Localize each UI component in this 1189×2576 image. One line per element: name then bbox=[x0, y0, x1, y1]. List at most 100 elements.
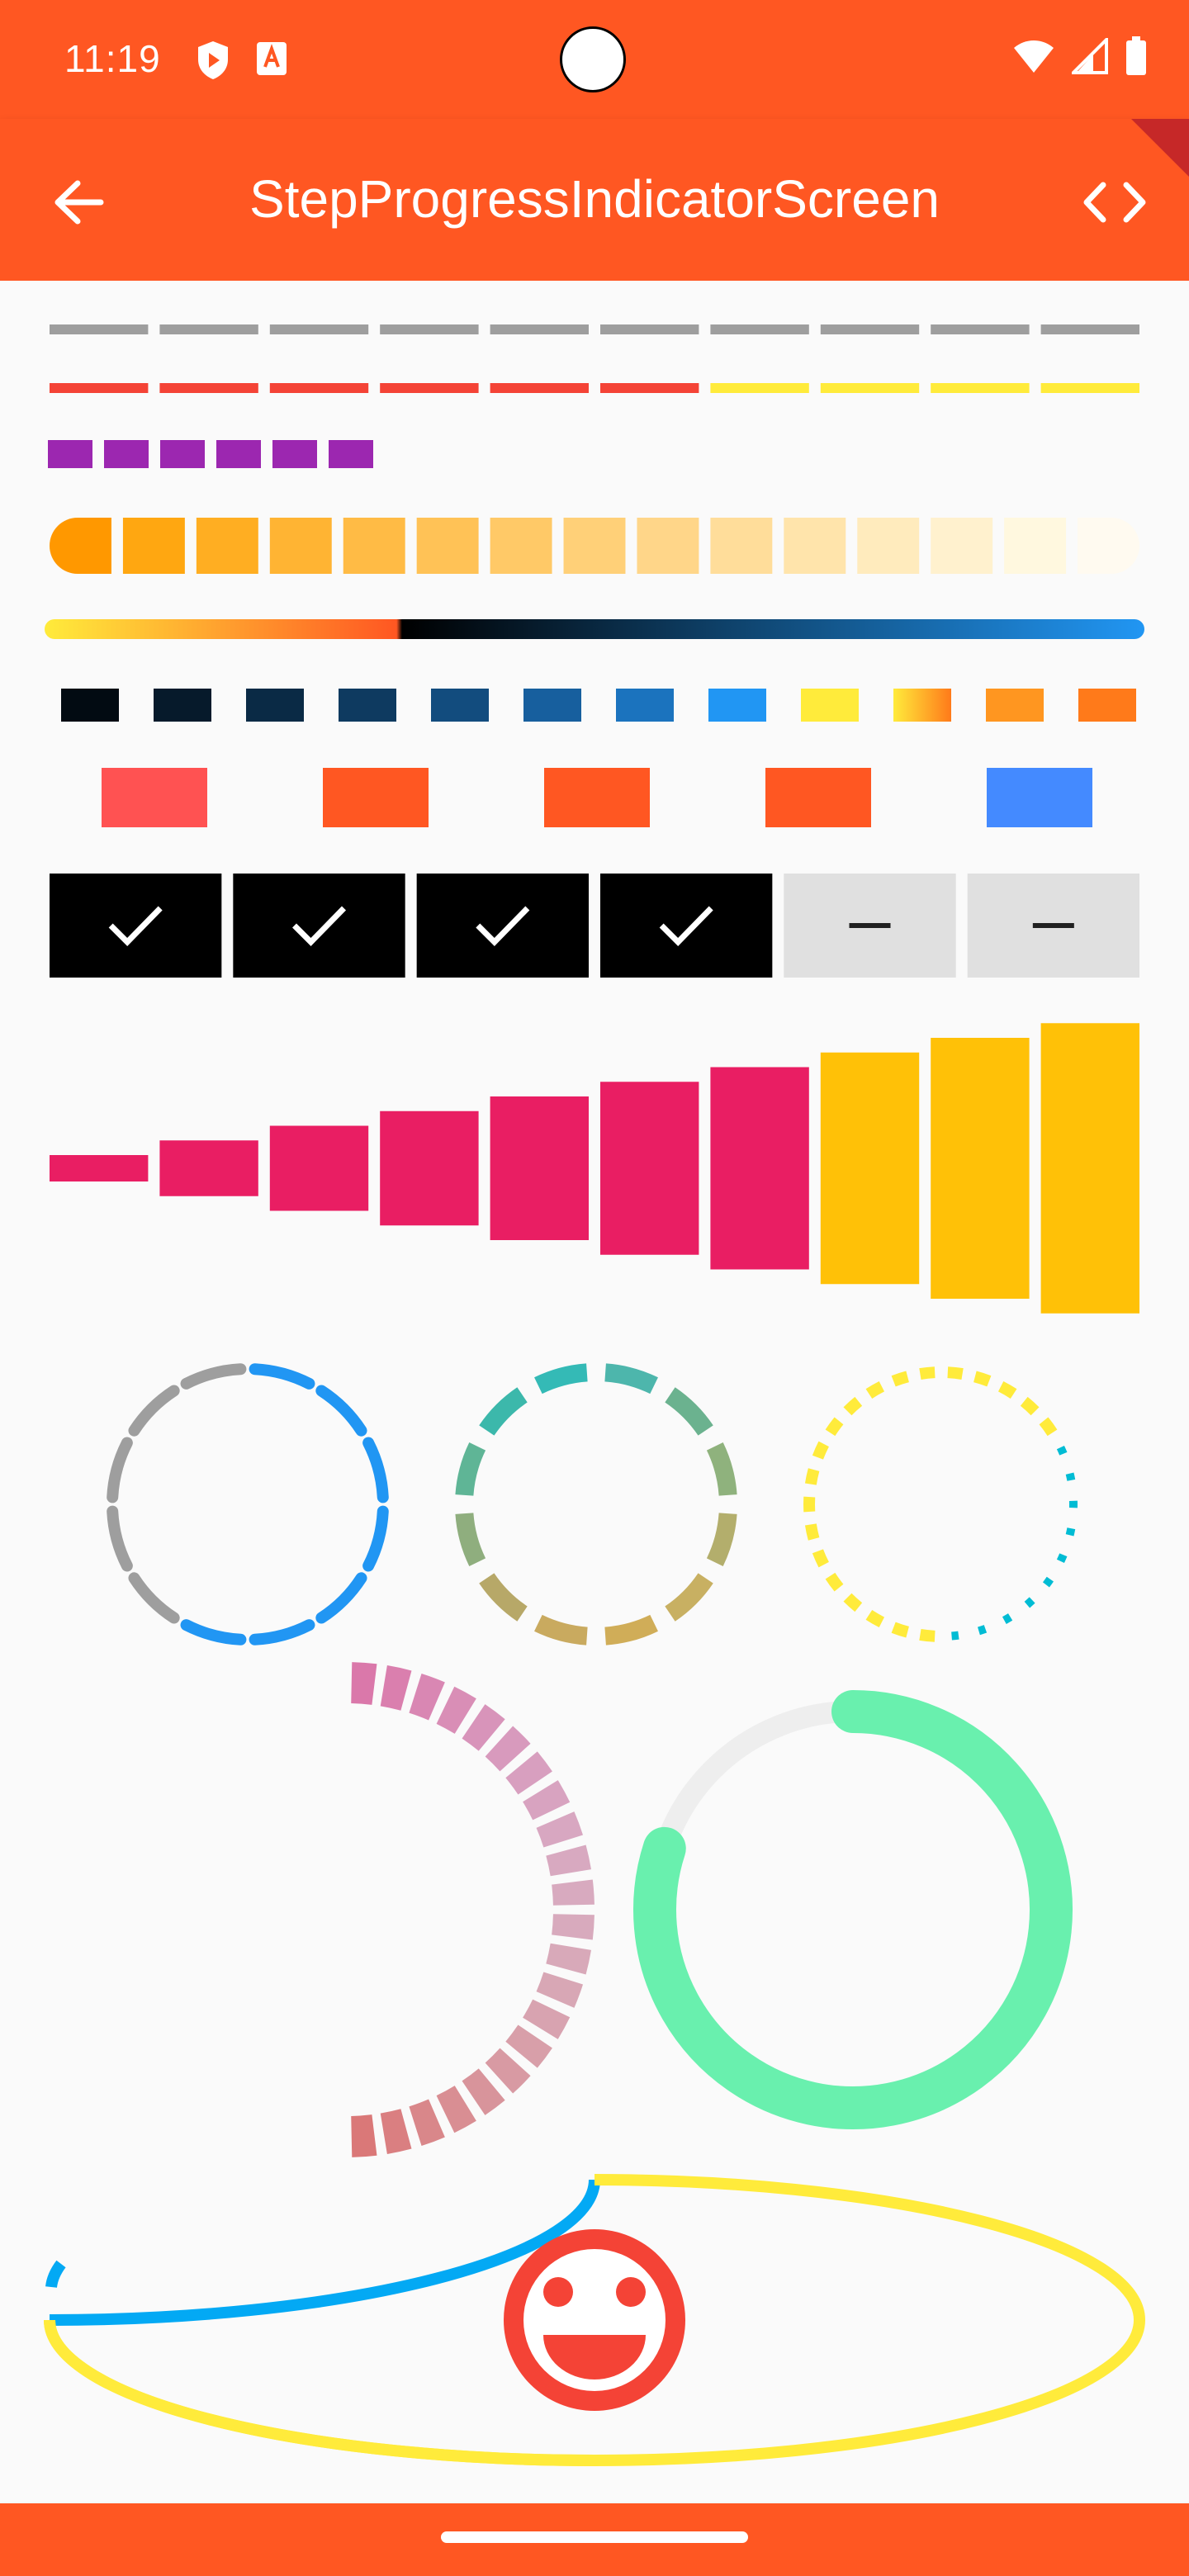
smiley-face-icon bbox=[504, 2229, 685, 2411]
circle-dotted-step bbox=[865, 1609, 885, 1628]
growing-bar-step bbox=[269, 1125, 369, 1211]
growing-bar-step bbox=[931, 1038, 1030, 1299]
red-yellow-step bbox=[1040, 383, 1139, 393]
blue-square-step bbox=[801, 689, 859, 722]
circle-blue-step bbox=[315, 1385, 367, 1437]
purple-step bbox=[216, 440, 261, 468]
orange-fade-step bbox=[637, 518, 699, 574]
circle-dotted-step bbox=[1002, 1613, 1013, 1625]
orange-fade-step bbox=[269, 518, 332, 574]
blue-square-step bbox=[893, 689, 951, 722]
circle-dotted-step bbox=[1039, 1417, 1058, 1437]
orange-fade-step bbox=[416, 518, 479, 574]
half-circle-step bbox=[409, 2099, 445, 2147]
orange-fade-step bbox=[50, 518, 111, 574]
circle-gradient-step bbox=[604, 1614, 658, 1646]
camera-cutout bbox=[560, 26, 626, 92]
completed-step bbox=[50, 874, 222, 978]
half-circle-step bbox=[409, 1673, 445, 1721]
blue-square-step bbox=[246, 689, 304, 722]
grey-step bbox=[931, 324, 1030, 334]
completed-step bbox=[416, 874, 589, 978]
navigation-bar bbox=[0, 2503, 1189, 2576]
circle-gradient-step bbox=[534, 1614, 588, 1646]
circle-blue-step bbox=[315, 1572, 367, 1624]
half-circle-step bbox=[380, 2109, 412, 2154]
red-yellow-step bbox=[269, 383, 369, 393]
circle-blue-step bbox=[128, 1385, 180, 1437]
orange-fade-step bbox=[1004, 518, 1067, 574]
orange-fade-step bbox=[784, 518, 846, 574]
half-circle-step bbox=[536, 1972, 584, 2008]
red-yellow-step bbox=[820, 383, 920, 393]
circle-blue-step bbox=[249, 1619, 315, 1646]
orange-fade-step bbox=[490, 518, 552, 574]
purple-step bbox=[160, 440, 205, 468]
block-step bbox=[102, 768, 207, 827]
growing-bar-step bbox=[490, 1096, 589, 1240]
half-circle-step bbox=[536, 1811, 584, 1848]
orange-fade-step bbox=[196, 518, 258, 574]
circle-dotted-step bbox=[1056, 1553, 1068, 1564]
circle-gradient-step bbox=[604, 1363, 658, 1395]
purple-step bbox=[329, 440, 373, 468]
blue-square-step bbox=[1078, 689, 1136, 722]
circle-dotted-step bbox=[825, 1572, 844, 1592]
growing-bar-step bbox=[820, 1052, 920, 1285]
indicator-list[interactable] bbox=[0, 281, 1189, 2502]
home-indicator[interactable] bbox=[441, 2531, 748, 2543]
circle-blue-step bbox=[180, 1363, 247, 1390]
block-step bbox=[323, 768, 429, 827]
circle-gradient-step bbox=[665, 1573, 713, 1622]
circle-dotted-step bbox=[843, 1593, 863, 1612]
circle-dotted-step bbox=[977, 1625, 988, 1636]
blue-square-step bbox=[616, 689, 674, 722]
block-step bbox=[765, 768, 871, 827]
code-icon[interactable] bbox=[1082, 175, 1148, 230]
circle-dotted-step bbox=[865, 1380, 885, 1399]
blue-square-step bbox=[61, 689, 119, 722]
growing-bar-step bbox=[159, 1140, 258, 1196]
circle-dotted-step bbox=[1056, 1445, 1068, 1456]
growing-bar-step bbox=[1040, 1023, 1139, 1314]
purple-step bbox=[104, 440, 149, 468]
wifi-icon bbox=[1014, 40, 1054, 73]
grey-step bbox=[710, 324, 809, 334]
grey-step bbox=[820, 324, 920, 334]
circle-dotted-step bbox=[919, 1366, 936, 1380]
page-title: StepProgressIndicatorScreen bbox=[249, 169, 940, 229]
orange-fade-step bbox=[343, 518, 405, 574]
half-circle-step bbox=[552, 1914, 594, 1940]
red-yellow-step bbox=[931, 383, 1030, 393]
half-circle-step bbox=[351, 2114, 377, 2157]
red-yellow-step bbox=[380, 383, 479, 393]
red-yellow-step bbox=[159, 383, 258, 393]
text-a-icon bbox=[257, 42, 287, 75]
orange-fade-step bbox=[857, 518, 920, 574]
circle-gradient-step bbox=[706, 1513, 737, 1566]
circle-blue-step bbox=[107, 1505, 133, 1572]
completed-step bbox=[233, 874, 405, 978]
status-icons-left bbox=[195, 40, 289, 81]
half-circle-step bbox=[351, 1662, 377, 1705]
circle-blue-step bbox=[362, 1437, 389, 1503]
blue-square-step bbox=[154, 689, 211, 722]
status-time: 11:19 bbox=[64, 37, 161, 80]
circle-dotted-step bbox=[1024, 1597, 1035, 1608]
red-yellow-step bbox=[50, 383, 149, 393]
orange-fade-step bbox=[122, 518, 185, 574]
circle-dotted-step bbox=[1065, 1472, 1076, 1481]
shield-icon bbox=[198, 41, 228, 79]
circle-dotted-step bbox=[1042, 1576, 1054, 1588]
signal-icon bbox=[1072, 38, 1108, 74]
app-bar: StepProgressIndicatorScreen bbox=[0, 119, 1189, 281]
circle-gradient-step bbox=[455, 1442, 486, 1496]
red-yellow-step bbox=[710, 383, 809, 393]
grey-step bbox=[380, 324, 479, 334]
red-yellow-step bbox=[600, 383, 699, 393]
circle-dotted-step bbox=[891, 1371, 909, 1387]
minus-icon bbox=[849, 923, 891, 928]
growing-bar-step bbox=[600, 1082, 699, 1255]
blue-square-step bbox=[986, 689, 1044, 722]
grey-step bbox=[159, 324, 258, 334]
